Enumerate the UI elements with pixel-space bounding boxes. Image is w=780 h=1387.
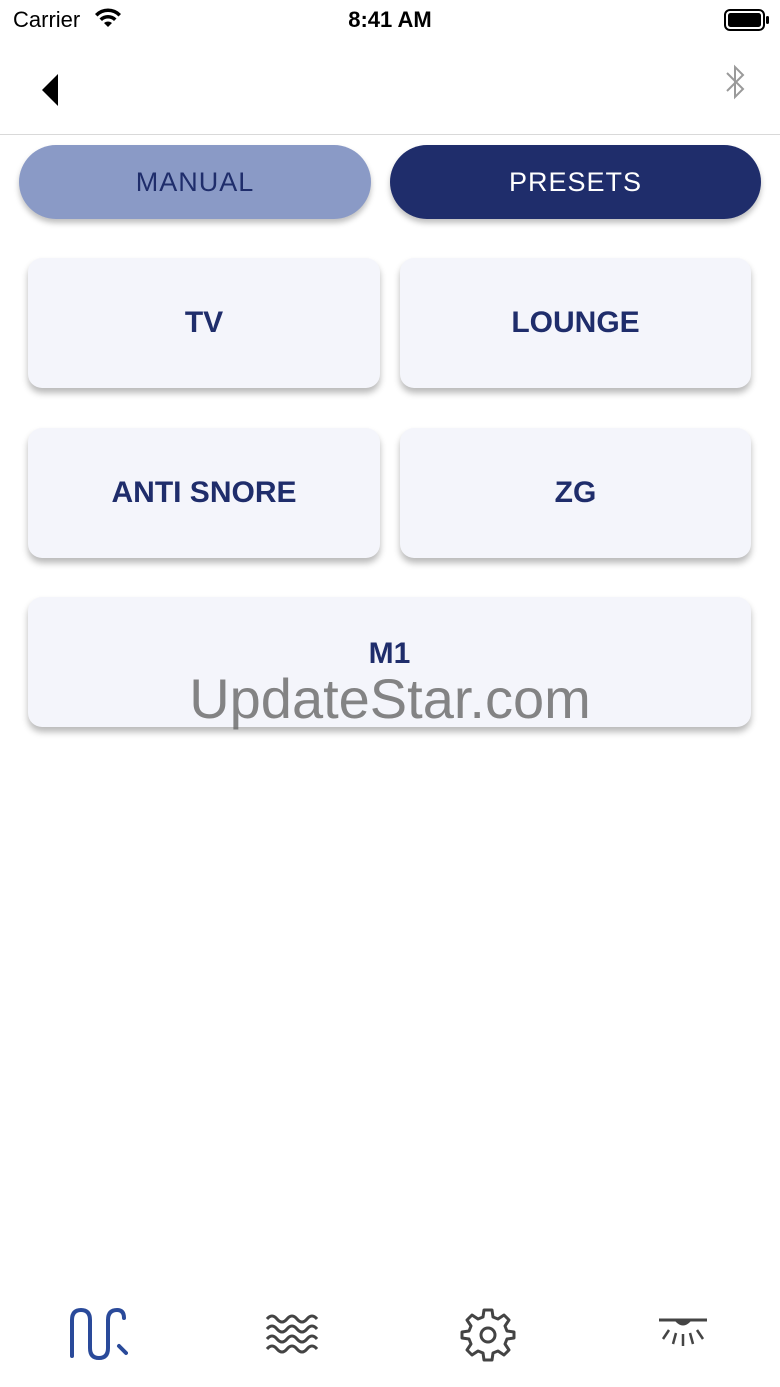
underbed-light-icon — [658, 1318, 707, 1346]
massage-waves-icon — [265, 1314, 318, 1353]
preset-zg-button[interactable]: ZG — [400, 428, 751, 558]
preset-tv-button[interactable]: TV — [28, 258, 380, 388]
gear-icon — [460, 1308, 515, 1361]
position-wave-icon — [69, 1307, 128, 1360]
preset-lounge-button[interactable]: LOUNGE — [400, 258, 751, 388]
tab-massage[interactable] — [195, 1280, 390, 1387]
manual-tab-button[interactable]: MANUAL — [19, 145, 371, 219]
preset-m1-label: M1 — [368, 637, 411, 670]
presets-tab-button[interactable]: PRESETS — [390, 145, 761, 219]
battery-icon — [724, 9, 770, 36]
preset-m1-button[interactable]: M1 — [28, 597, 751, 727]
status-time: 8:41 AM — [348, 7, 432, 32]
back-triangle-icon — [42, 74, 58, 106]
tab-bar — [0, 1280, 780, 1387]
tab-position[interactable] — [0, 1280, 195, 1387]
status-bar: Carrier 8:41 AM — [0, 0, 780, 40]
tab-light[interactable] — [585, 1280, 780, 1387]
bluetooth-button[interactable] — [718, 62, 752, 102]
bluetooth-icon — [726, 64, 745, 100]
tab-settings[interactable] — [390, 1280, 585, 1387]
back-button[interactable] — [36, 68, 68, 112]
nav-bar — [0, 40, 780, 135]
preset-anti-snore-button[interactable]: ANTI SNORE — [28, 428, 380, 558]
